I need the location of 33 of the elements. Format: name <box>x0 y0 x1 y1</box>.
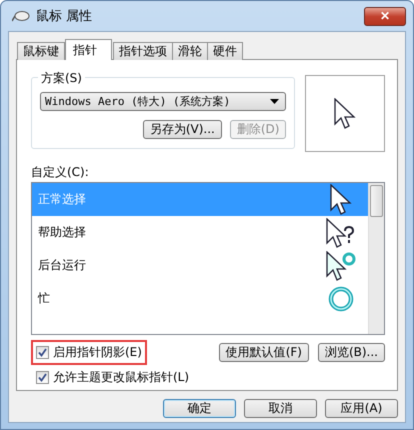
checkbox-option[interactable]: 允许主题更改鼠标指针(L) <box>31 364 194 390</box>
pointer-arrow-icon <box>334 98 356 130</box>
mouse-icon <box>12 10 30 22</box>
pointer-arrow-icon <box>330 184 352 216</box>
list-item[interactable]: 忙 <box>32 282 368 315</box>
group-label: 方案(S) <box>38 70 85 87</box>
tab[interactable]: 鼠标键 <box>17 42 65 60</box>
list-item[interactable]: 帮助选择 <box>32 216 368 249</box>
checkbox[interactable] <box>36 346 49 358</box>
list-item[interactable]: 后台运行 <box>32 249 368 282</box>
tab[interactable]: 指针选项 <box>113 42 173 60</box>
save-as-button[interactable]: 另存为(V)... <box>142 120 222 139</box>
caret-icon <box>270 99 280 104</box>
checkbox-label: 启用指针阴影(E) <box>53 344 142 360</box>
use-default-button[interactable]: 使用默认值(F) <box>218 342 309 362</box>
highlighted-checkbox-option[interactable]: 启用指针阴影(E) <box>31 340 147 364</box>
scheme-dropdown[interactable]: Windows Aero (特大) (系统方案) <box>40 92 286 111</box>
close-button[interactable]: ✕ <box>364 6 406 26</box>
tab[interactable]: 硬件 <box>207 42 243 60</box>
scrollbar[interactable] <box>368 183 384 334</box>
tab[interactable]: 指针 <box>65 39 112 60</box>
busy-ring-icon <box>328 286 354 312</box>
window-title: 鼠标 属性 <box>36 8 94 25</box>
dialog-button[interactable]: 确定 <box>163 399 236 418</box>
tab[interactable]: 滑轮 <box>172 42 208 60</box>
help-pointer-icon <box>326 218 356 248</box>
list-label: 自定义(C): <box>31 164 90 180</box>
checkbox-label: 允许主题更改鼠标指针(L) <box>53 368 190 386</box>
working-pointer-icon <box>326 250 356 280</box>
browse-button[interactable]: 浏览(B)... <box>318 342 385 362</box>
dialog-button[interactable]: 应用(A) <box>325 399 398 418</box>
checkbox[interactable] <box>36 370 49 384</box>
dialog-button[interactable]: 取消 <box>244 399 317 418</box>
